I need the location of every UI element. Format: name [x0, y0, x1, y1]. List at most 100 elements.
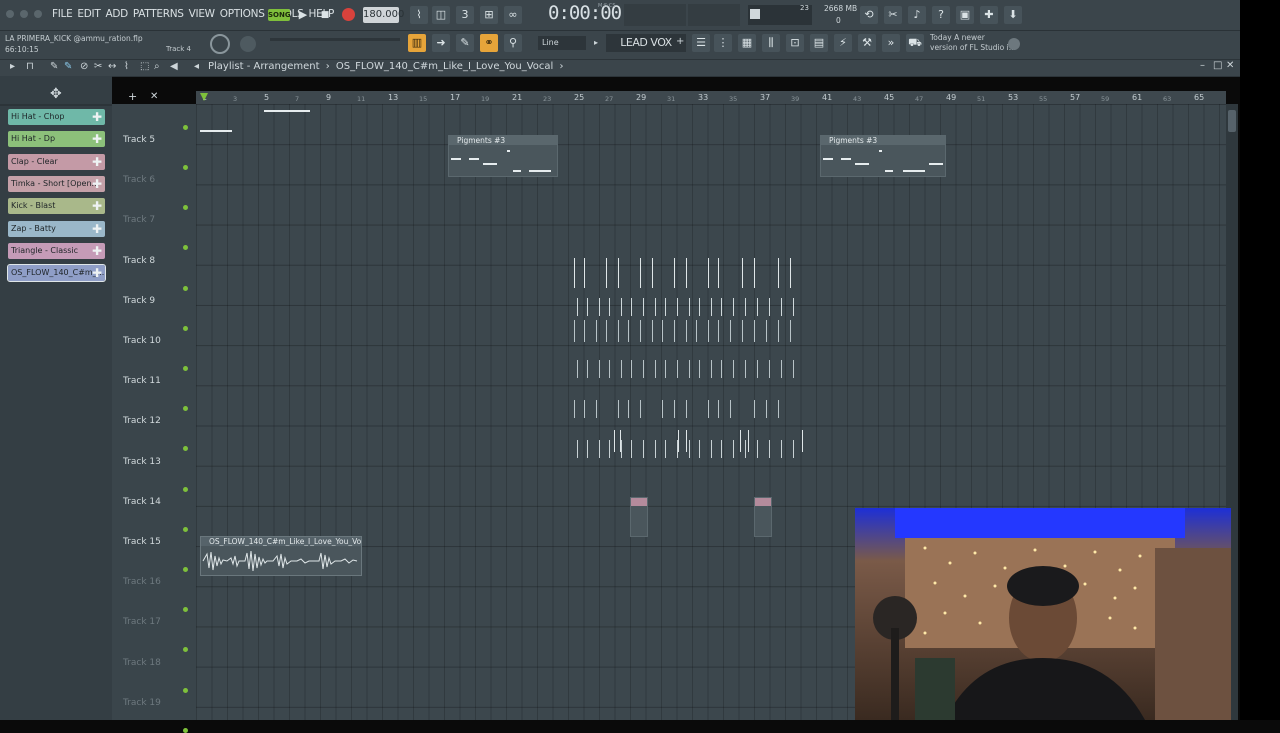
- scrollbar-thumb[interactable]: [1228, 110, 1236, 132]
- cut-icon[interactable]: ✂: [884, 6, 902, 24]
- help-icon[interactable]: ?: [932, 6, 950, 24]
- pattern-clip-small-b[interactable]: [754, 497, 772, 537]
- master-volume-knob[interactable]: [210, 34, 230, 54]
- speaker-icon[interactable]: ◀: [170, 61, 178, 72]
- maximize-icon[interactable]: □: [1213, 60, 1222, 71]
- pattern-clip-pigments[interactable]: Pigments #3: [448, 135, 558, 177]
- track-enable-led[interactable]: [183, 366, 188, 371]
- tool-icon[interactable]: ⚒: [858, 34, 876, 52]
- step-edit-icon[interactable]: ⊞: [480, 6, 498, 24]
- mixer-icon[interactable]: ⫼: [762, 34, 780, 52]
- arrow-right-icon[interactable]: ➜: [432, 34, 450, 52]
- track-enable-led[interactable]: [183, 125, 188, 130]
- channel-rack-icon[interactable]: ⋮: [714, 34, 732, 52]
- menu-add[interactable]: ADD: [105, 8, 128, 20]
- track-label[interactable]: Track 15: [123, 537, 161, 547]
- track-label[interactable]: Track 14: [123, 497, 161, 507]
- record-icon[interactable]: [342, 8, 355, 21]
- play-icon[interactable]: ▶: [294, 5, 312, 25]
- maximize-window-icon[interactable]: [34, 10, 42, 18]
- pencil-icon[interactable]: ✎: [456, 34, 474, 52]
- link-icon[interactable]: ⚭: [480, 34, 498, 52]
- add-to-playlist-icon[interactable]: ✚: [92, 221, 102, 237]
- track-enable-led[interactable]: [183, 526, 188, 532]
- arrangement-menu-icon[interactable]: ◂: [194, 61, 199, 72]
- slice-tool-icon[interactable]: ⌇: [124, 61, 129, 72]
- drum-pattern-region[interactable]: [570, 250, 810, 540]
- track-label[interactable]: Track 5: [123, 135, 155, 145]
- stamp-icon[interactable]: ⚲: [504, 34, 522, 52]
- track-enable-led[interactable]: [183, 727, 188, 733]
- menu-edit[interactable]: EDIT: [77, 8, 100, 20]
- track-label[interactable]: Track 8: [123, 256, 155, 266]
- track-label[interactable]: Track 13: [123, 457, 161, 467]
- track-label[interactable]: Track 17: [123, 617, 161, 627]
- add-to-playlist-icon[interactable]: ✚: [92, 176, 102, 192]
- partial-clip-top[interactable]: [200, 104, 324, 134]
- add-to-playlist-icon[interactable]: ✚: [92, 198, 102, 214]
- stop-icon[interactable]: ■: [316, 5, 334, 25]
- track-label[interactable]: Track 19: [123, 698, 161, 708]
- menu-file[interactable]: FILE: [52, 8, 73, 20]
- microphone-icon[interactable]: ♪: [908, 6, 926, 24]
- master-slider[interactable]: [270, 38, 400, 41]
- pattern-item[interactable]: Zap - Batty ✚: [8, 220, 105, 237]
- plugin-picker-icon[interactable]: ⊡: [786, 34, 804, 52]
- close-icon[interactable]: ✕: [1226, 60, 1234, 71]
- forward-icon[interactable]: »: [882, 34, 900, 52]
- pattern-clip-pigments-2[interactable]: Pigments #3: [820, 135, 946, 177]
- download-icon[interactable]: ⬇: [1004, 6, 1022, 24]
- track-enable-led[interactable]: [183, 285, 188, 291]
- pattern-item[interactable]: Hi Hat - Chop ✚: [8, 109, 105, 125]
- pattern-item[interactable]: Kick - Blast ✚: [8, 198, 105, 215]
- undo-icon[interactable]: ⟲: [860, 6, 878, 24]
- add-to-playlist-icon[interactable]: ✚: [92, 131, 102, 147]
- add-to-playlist-icon[interactable]: ✚: [92, 265, 102, 281]
- track-enable-led[interactable]: [183, 325, 188, 331]
- track-label[interactable]: Track 18: [123, 658, 161, 668]
- prev-channel-icon[interactable]: ▸: [594, 38, 602, 48]
- add-track-icon[interactable]: +: [128, 90, 137, 103]
- playlist-icon[interactable]: ☰: [692, 34, 710, 52]
- cart-icon[interactable]: ⛟: [906, 34, 924, 52]
- news-panel[interactable]: Today A newer version of FL Studio i...: [930, 33, 1016, 53]
- track-label[interactable]: Track 7: [123, 215, 155, 225]
- audio-clip-vocal[interactable]: OS_FLOW_140_C#m_Like_I_Love_You_Vocal: [200, 536, 362, 576]
- metronome-icon[interactable]: ⌇: [410, 6, 428, 24]
- collapse-icon[interactable]: ✕: [150, 91, 158, 102]
- menu-options[interactable]: OPTIONS: [220, 8, 265, 20]
- track-label[interactable]: Track 6: [123, 175, 155, 185]
- track-label[interactable]: Track 16: [123, 577, 161, 587]
- save-icon[interactable]: ▣: [956, 6, 974, 24]
- wait-input-icon[interactable]: ◫: [432, 6, 450, 24]
- paint-tool-icon[interactable]: ✎: [64, 61, 72, 72]
- minimize-window-icon[interactable]: [20, 10, 28, 18]
- track-label[interactable]: Track 10: [123, 336, 161, 346]
- channel-selector[interactable]: LEAD VOX: [606, 34, 686, 52]
- tempo-display[interactable]: 180.000: [363, 7, 404, 23]
- pattern-clip-small-a[interactable]: [630, 497, 648, 537]
- close-window-icon[interactable]: [6, 10, 14, 18]
- menu-patterns[interactable]: PATTERNS: [133, 8, 184, 20]
- track-enable-led[interactable]: [183, 165, 188, 170]
- mute-tool-icon[interactable]: ✂: [94, 61, 102, 72]
- draw-tool-icon[interactable]: ✎: [50, 61, 58, 72]
- track-label[interactable]: Track 12: [123, 416, 161, 426]
- master-pitch-knob[interactable]: [240, 36, 256, 52]
- pattern-item[interactable]: Hi Hat - Dp ✚: [8, 131, 105, 148]
- pattern-item[interactable]: Clap - Clear ✚: [8, 153, 105, 170]
- song-mode-toggle[interactable]: SONG: [268, 9, 291, 21]
- track-enable-led[interactable]: [183, 486, 188, 492]
- pattern-item[interactable]: Triangle - Classic ✚: [8, 242, 105, 259]
- minimize-icon[interactable]: –: [1200, 60, 1205, 71]
- track-label[interactable]: Track 9: [123, 296, 155, 306]
- add-pattern-icon[interactable]: ✥: [50, 86, 62, 102]
- pattern-item[interactable]: OS_FLOW_140_C#m_... ✚: [7, 264, 106, 283]
- piano-icon[interactable]: ▦: [738, 34, 756, 52]
- slip-tool-icon[interactable]: ↔: [108, 61, 116, 72]
- settings-icon[interactable]: [1008, 38, 1020, 50]
- countdown-icon[interactable]: 3: [456, 6, 474, 24]
- track-label[interactable]: Track 11: [123, 376, 161, 386]
- browser-icon[interactable]: ▤: [810, 34, 828, 52]
- loop-record-icon[interactable]: ∞: [504, 6, 522, 24]
